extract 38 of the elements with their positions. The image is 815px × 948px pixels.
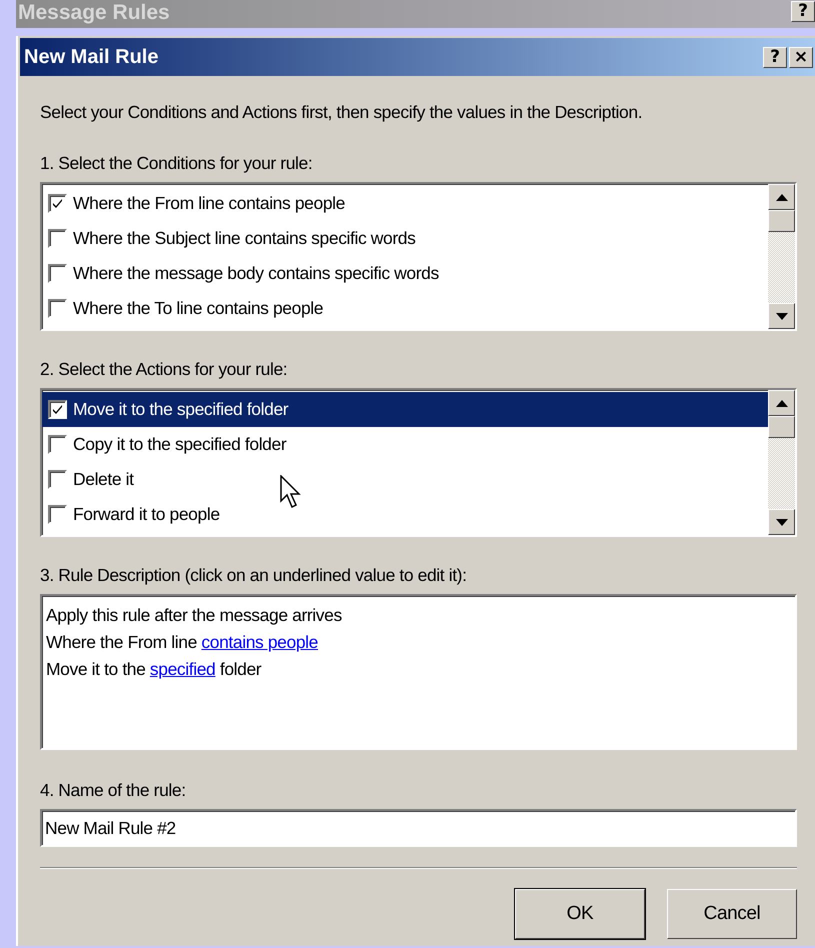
- list-item[interactable]: Delete it: [42, 462, 768, 497]
- checkbox[interactable]: [48, 400, 67, 419]
- section-label: 4. Name of the rule:: [40, 780, 187, 801]
- section-label: 1. Select the Conditions for your rule:: [40, 153, 314, 174]
- mouse-cursor-icon: [280, 475, 302, 511]
- check-icon: [52, 198, 63, 209]
- window-title: Message Rules: [17, 0, 170, 25]
- scrollbar[interactable]: [768, 390, 795, 535]
- list-item[interactable]: Move it to the specified folder: [42, 392, 768, 427]
- scroll-thumb[interactable]: [768, 210, 795, 232]
- list-item[interactable]: Where the message body contains specific words: [42, 256, 768, 291]
- scroll-thumb[interactable]: [768, 416, 795, 438]
- close-button[interactable]: ×: [789, 46, 813, 68]
- list-item[interactable]: Forward it to people: [42, 497, 768, 532]
- help-button[interactable]: ?: [791, 0, 815, 22]
- description-line: Where the From line contains people: [46, 631, 318, 654]
- list-item[interactable]: Where the To line contains people: [42, 291, 768, 326]
- instruction-text: Select your Conditions and Actions first, then specify the values in the Description.: [40, 102, 644, 123]
- cancel-button[interactable]: Cancel: [667, 889, 797, 939]
- list-item[interactable]: Where the From line contains people: [42, 186, 768, 221]
- description-line: Apply this rule after the message arrives: [46, 604, 342, 627]
- check-icon: [52, 404, 63, 415]
- scroll-down-button[interactable]: [768, 303, 795, 329]
- window-title: New Mail Rule: [24, 46, 158, 68]
- scroll-up-button[interactable]: [768, 184, 795, 210]
- scrollbar[interactable]: [768, 184, 795, 329]
- list-item[interactable]: Where the Subject line contains specific words: [42, 221, 768, 256]
- help-button[interactable]: ?: [763, 46, 787, 68]
- scroll-down-button[interactable]: [768, 509, 795, 535]
- section-label: 2. Select the Actions for your rule:: [40, 359, 288, 380]
- list-item[interactable]: Copy it to the specified folder: [42, 427, 768, 462]
- value-link[interactable]: specified: [150, 659, 216, 679]
- ok-button[interactable]: OK: [515, 889, 645, 939]
- rule-name-field[interactable]: New Mail Rule #2: [40, 809, 797, 847]
- value-link[interactable]: contains people: [201, 632, 318, 652]
- scroll-up-button[interactable]: [768, 390, 795, 416]
- description-line: Move it to the specified folder: [46, 658, 262, 681]
- section-label: 3. Rule Description (click on an underlined value to edit it):: [40, 565, 468, 586]
